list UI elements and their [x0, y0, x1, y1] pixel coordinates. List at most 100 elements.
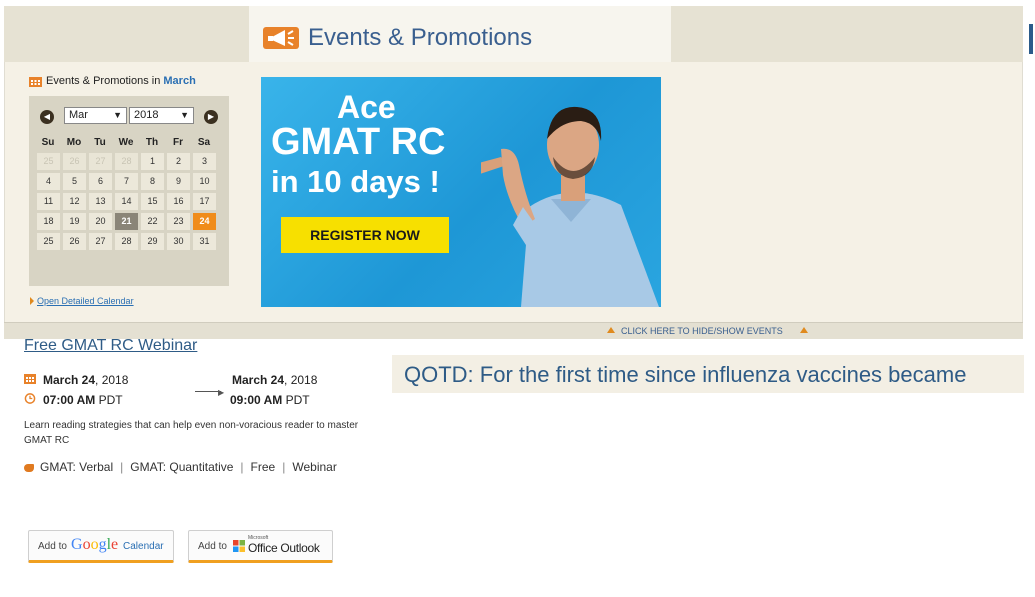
start-date-year: , 2018 [95, 373, 129, 387]
open-detailed-calendar-link[interactable]: Open Detailed Calendar [37, 296, 134, 306]
weekday-label: We [118, 137, 134, 148]
year-select-value: 2018 [134, 109, 159, 121]
calendar-day[interactable]: 22 [141, 213, 164, 230]
calendar-day[interactable]: 3 [193, 153, 216, 170]
calendar-day[interactable]: 19 [63, 213, 86, 230]
promo-banner[interactable]: Ace GMAT RC in 10 days ! REGISTER NOW [261, 77, 661, 307]
calendar-day[interactable]: 13 [89, 193, 112, 210]
end-time: 09:00 AM [230, 393, 283, 407]
start-tz: PDT [95, 393, 123, 407]
clock-icon [24, 393, 36, 404]
calendar-heading-month: March [163, 75, 196, 87]
tag-item[interactable]: Free [251, 460, 276, 474]
calendar-day[interactable]: 1 [141, 153, 164, 170]
calendar-day[interactable]: 5 [63, 173, 86, 190]
dropdown-arrow-icon: ▼ [180, 110, 189, 120]
calendar-day[interactable]: 10 [193, 173, 216, 190]
calendar-icon [29, 77, 42, 87]
arrow-head: ▶ [218, 388, 225, 397]
page-title: Events & Promotions [308, 24, 533, 51]
calendar-day[interactable]: 4 [37, 173, 60, 190]
event-tags: GMAT: Verbal | GMAT: Quantitative | Free | Web… [24, 460, 337, 474]
month-select[interactable]: Mar ▼ [64, 107, 127, 124]
tag-item[interactable]: Webinar [292, 460, 336, 474]
banner-line-3: in 10 days ! [271, 164, 440, 199]
weekday-label: Th [145, 137, 159, 148]
dropdown-arrow-icon: ▼ [113, 110, 122, 120]
end-date-year: , 2018 [284, 373, 318, 387]
calendar-day[interactable]: 15 [141, 193, 164, 210]
chevron-left-icon[interactable]: ◀ [40, 110, 54, 124]
weekday-label: Tu [94, 137, 106, 148]
calendar-day[interactable]: 25 [37, 233, 60, 250]
tag-icon [24, 463, 34, 472]
calendar-day[interactable]: 11 [37, 193, 60, 210]
calendar-day[interactable]: 17 [193, 193, 216, 210]
tag-separator: | [120, 460, 124, 474]
calendar-day[interactable]: 2 [167, 153, 190, 170]
calendar-day[interactable]: 21 [115, 213, 138, 230]
calendar-day[interactable]: 27 [89, 233, 112, 250]
tag-item[interactable]: GMAT: Quantitative [130, 460, 233, 474]
start-time: 07:00 AM [43, 393, 96, 407]
outlook-logo: Office Outlook [248, 541, 320, 555]
calendar-day[interactable]: 29 [141, 233, 164, 250]
tag-separator: | [282, 460, 286, 474]
event-end-date: March 24, 2018 [232, 373, 317, 387]
calendar-day[interactable]: 24 [193, 213, 216, 230]
calendar-day[interactable]: 6 [89, 173, 112, 190]
google-suffix: Calendar [123, 541, 164, 552]
calendar-day[interactable]: 14 [115, 193, 138, 210]
calendar-day[interactable]: 12 [63, 193, 86, 210]
event-start-date: March 24, 2018 [43, 373, 128, 387]
end-tz: PDT [282, 393, 310, 407]
calendar-day[interactable]: 30 [167, 233, 190, 250]
event-start-time: 07:00 AM PDT [43, 393, 123, 407]
register-now-button[interactable]: REGISTER NOW [281, 217, 449, 253]
outlook-prefix: Add to [198, 541, 227, 552]
calendar-day[interactable]: 18 [37, 213, 60, 230]
event-description: Learn reading strategies that can help e… [24, 420, 359, 446]
caret-right-icon [30, 297, 34, 305]
calendar-day: 25 [37, 153, 60, 170]
calendar-day[interactable]: 9 [167, 173, 190, 190]
year-select[interactable]: 2018 ▼ [129, 107, 194, 124]
tag-separator: | [240, 460, 244, 474]
calendar-day: 28 [115, 153, 138, 170]
calendar-day[interactable]: 26 [63, 233, 86, 250]
arrow-up-icon [607, 327, 615, 333]
calendar-day: 27 [89, 153, 112, 170]
calendar-heading: Events & Promotions in March [46, 75, 196, 87]
chevron-right-icon[interactable]: ▶ [204, 110, 218, 124]
calendar-day[interactable]: 16 [167, 193, 190, 210]
add-to-outlook-button[interactable]: Add to Microsoft Office Outlook [188, 530, 333, 563]
calendar-icon [24, 374, 36, 384]
calendar-heading-prefix: Events & Promotions in [46, 75, 164, 87]
event-title-link[interactable]: Free GMAT RC Webinar [24, 337, 197, 355]
presenter-photo [481, 106, 659, 307]
add-to-google-calendar-button[interactable]: Add to Google Calendar [28, 530, 174, 563]
calendar-day[interactable]: 8 [141, 173, 164, 190]
weekday-label: Fr [173, 137, 183, 148]
start-date-md: March 24 [43, 373, 96, 387]
calendar-day[interactable]: 23 [167, 213, 190, 230]
weekday-label: Sa [197, 137, 211, 148]
google-logo: Google [71, 536, 119, 553]
weekday-label: Mo [66, 137, 82, 148]
arrow-up-icon [800, 327, 808, 333]
office-logo-icon [233, 540, 245, 552]
calendar-day[interactable]: 31 [193, 233, 216, 250]
edge-marker [1029, 24, 1033, 54]
calendar-day[interactable]: 20 [89, 213, 112, 230]
calendar-day: 26 [63, 153, 86, 170]
banner-line-2: GMAT RC [271, 121, 446, 163]
google-prefix: Add to [38, 541, 67, 552]
mini-calendar: ◀ Mar ▼ 2018 ▼ ▶ Su Mo Tu We Th Fr Sa 25 26 27 28 1 2… [29, 96, 229, 286]
calendar-day[interactable]: 7 [115, 173, 138, 190]
event-end-time: 09:00 AM PDT [230, 393, 310, 407]
qotd-ticker[interactable]: QOTD: For the first time since influenza… [404, 362, 966, 388]
tag-item[interactable]: GMAT: Verbal [40, 460, 113, 474]
toggle-events-link[interactable]: CLICK HERE TO HIDE/SHOW EVENTS [621, 326, 783, 336]
end-date-md: March 24 [232, 373, 285, 387]
calendar-day[interactable]: 28 [115, 233, 138, 250]
